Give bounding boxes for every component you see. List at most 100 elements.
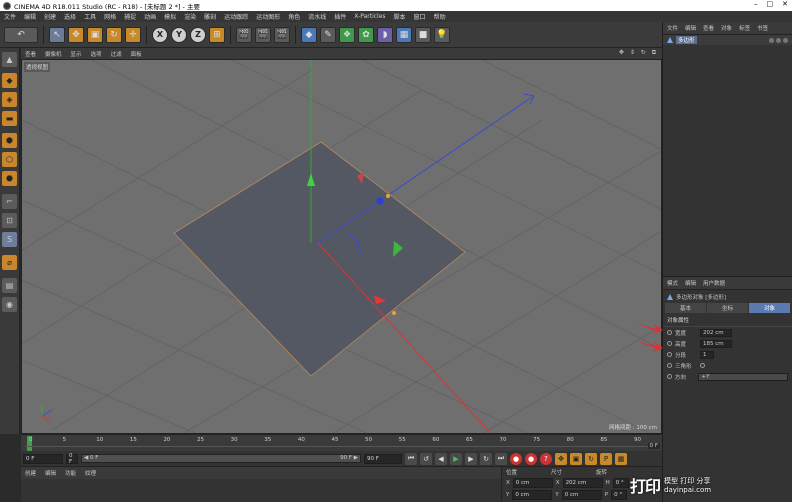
go-to-end-button[interactable]: ⏭ (495, 452, 507, 465)
keyframe-toggle-icon[interactable] (667, 363, 672, 368)
y-axis-button[interactable]: Y (171, 26, 187, 43)
keyframe-toggle-icon[interactable] (667, 341, 672, 346)
viewport-menu-item-1[interactable]: 摄像机 (45, 50, 62, 58)
key-position-button[interactable]: ✥ (555, 452, 567, 465)
keyframe-toggle-icon[interactable] (667, 352, 672, 357)
editor-visibility-icon[interactable] (769, 37, 774, 43)
orientation-select[interactable]: +Y (698, 372, 788, 381)
enable-check-icon[interactable] (783, 37, 788, 43)
attribute-menu-item-2[interactable]: 用户数据 (703, 279, 725, 287)
current-frame-field[interactable]: 0 F (23, 453, 63, 464)
key-rotation-button[interactable]: ↻ (585, 452, 597, 465)
position-y-field[interactable]: 0 cm (512, 490, 553, 500)
key-scale-button[interactable]: ▣ (570, 452, 582, 465)
points-mode-button[interactable]: ⬢ (2, 133, 17, 148)
model-mode-button[interactable]: ◆ (2, 73, 17, 88)
object-menu-item-2[interactable]: 查看 (703, 24, 714, 32)
segments-field[interactable]: 1 (700, 350, 714, 359)
material-menu-item-1[interactable]: 编辑 (45, 469, 56, 477)
attribute-menu-item-0[interactable]: 模式 (667, 279, 678, 287)
start-frame-field[interactable]: 0 F (66, 453, 78, 465)
next-frame-button[interactable]: ▶ (465, 452, 477, 465)
rotation-h-field[interactable]: 0 ° (612, 478, 629, 488)
object-menu-item-1[interactable]: 编辑 (685, 24, 696, 32)
array-button[interactable]: ✿ (358, 26, 374, 43)
menu-item-7[interactable]: 动画 (144, 12, 156, 21)
texture-mode-button[interactable]: ◈ (2, 92, 17, 107)
key-parameter-button[interactable]: P (600, 452, 612, 465)
keyframe-toggle-icon[interactable] (667, 330, 672, 335)
menu-item-4[interactable]: 工具 (84, 12, 96, 21)
solo-button[interactable]: ◉ (2, 297, 17, 312)
coordinate-system-button[interactable]: ⊞ (209, 26, 225, 43)
triangles-checkbox[interactable] (700, 363, 705, 368)
next-key-button[interactable]: ↻ (480, 452, 492, 465)
render-view-button[interactable]: 🎬 (236, 26, 252, 43)
viewport-menu-item-4[interactable]: 过滤 (111, 50, 122, 58)
previous-frame-button[interactable]: ◀ (435, 452, 447, 465)
deformer-button[interactable]: ◗ (377, 26, 393, 43)
select-tool-button[interactable]: ↖ (49, 26, 65, 43)
viewport-menu-item-5[interactable]: 面板 (131, 50, 142, 58)
menu-item-0[interactable]: 文件 (4, 12, 16, 21)
scale-tool-button[interactable]: ▣ (87, 26, 103, 43)
menu-item-15[interactable]: 插件 (334, 12, 346, 21)
menu-item-6[interactable]: 捕捉 (124, 12, 136, 21)
timeline[interactable]: 0 5 10 15 20 25 30 35 40 45 50 55 60 65 70 75 80 85 90 0 F (21, 434, 662, 451)
height-field[interactable]: 185 cm (700, 339, 732, 348)
minimize-button[interactable]: – (754, 0, 758, 8)
axis-mode-button[interactable]: ⌐ (2, 194, 17, 209)
snap-button[interactable]: S (2, 232, 17, 247)
add-tool-button[interactable]: ✛ (125, 26, 141, 43)
floor-button[interactable]: ▦ (396, 26, 412, 43)
material-menu-item-2[interactable]: 功能 (65, 469, 76, 477)
viewport-canvas[interactable] (22, 60, 662, 434)
object-menu-item-4[interactable]: 标签 (739, 24, 750, 32)
perspective-viewport[interactable]: 透视视图 网格间距 : 100 cm (21, 59, 662, 434)
material-menu-item-0[interactable]: 创建 (25, 469, 36, 477)
menu-item-1[interactable]: 编辑 (24, 12, 36, 21)
object-row[interactable]: 多边形 (663, 35, 792, 45)
end-frame-field[interactable]: 90 F (364, 453, 402, 464)
object-name[interactable]: 多边形 (676, 36, 697, 44)
menu-item-14[interactable]: 流水线 (308, 12, 326, 21)
make-editable-button[interactable]: ▲ (2, 52, 17, 67)
menu-item-3[interactable]: 选择 (64, 12, 76, 21)
spline-pen-button[interactable]: ✎ (320, 26, 336, 43)
menu-item-16[interactable]: X-Particles (354, 13, 385, 20)
locked-workplane-button[interactable]: ⌀ (2, 255, 17, 270)
viewport-navigation-icons[interactable]: ✥ ⇕ ↻ ⧉ (619, 49, 658, 57)
menu-item-9[interactable]: 渲染 (184, 12, 196, 21)
rotate-tool-button[interactable]: ↻ (106, 26, 122, 43)
z-axis-button[interactable]: Z (190, 26, 206, 43)
object-menu-item-3[interactable]: 对象 (721, 24, 732, 32)
attribute-menu-item-1[interactable]: 编辑 (685, 279, 696, 287)
keyframe-selection-button[interactable]: ? (540, 452, 552, 465)
tab-coordinates[interactable]: 坐标 (707, 303, 748, 313)
maximize-button[interactable]: □ (767, 0, 774, 8)
z-axis-handle[interactable] (376, 197, 384, 205)
viewport-camera-label[interactable]: 透视视图 (24, 62, 51, 72)
light-button[interactable]: 💡 (434, 26, 450, 43)
viewport-menu-item-3[interactable]: 选项 (91, 50, 102, 58)
size-x-field[interactable]: 202 cm (562, 478, 603, 488)
width-field[interactable]: 202 cm (700, 328, 732, 337)
position-x-field[interactable]: 0 cm (512, 478, 553, 488)
preview-range-slider[interactable]: ◀ 0 F 90 F ▶ (81, 454, 361, 463)
planar-workplane-button[interactable]: ▤ (2, 278, 17, 293)
menu-item-8[interactable]: 模拟 (164, 12, 176, 21)
undo-button[interactable]: ↶ (4, 26, 38, 43)
tab-basic[interactable]: 基本 (665, 303, 706, 313)
render-visibility-icon[interactable] (776, 37, 781, 43)
render-settings-button[interactable]: 🎬 (274, 26, 290, 43)
menu-item-13[interactable]: 角色 (288, 12, 300, 21)
size-y-field[interactable]: 0 cm (561, 490, 602, 500)
subdivision-button[interactable]: ❖ (339, 26, 355, 43)
camera-button[interactable]: ■ (415, 26, 431, 43)
menu-item-2[interactable]: 创建 (44, 12, 56, 21)
menu-item-5[interactable]: 网格 (104, 12, 116, 21)
object-menu-item-5[interactable]: 书签 (757, 24, 768, 32)
edges-mode-button[interactable]: ⬡ (2, 152, 17, 167)
menu-item-11[interactable]: 运动跟踪 (224, 12, 248, 21)
object-menu-item-0[interactable]: 文件 (667, 24, 678, 32)
